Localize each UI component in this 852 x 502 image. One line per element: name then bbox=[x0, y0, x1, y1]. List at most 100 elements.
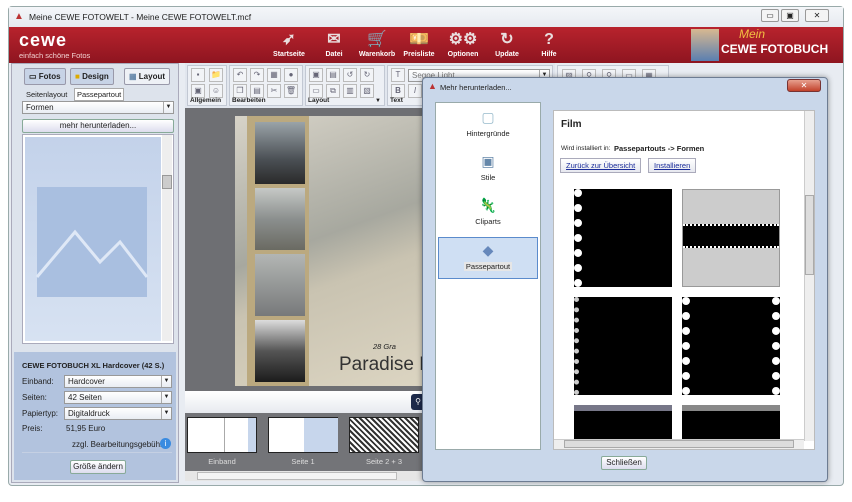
delete-icon[interactable]: 🗑 bbox=[284, 84, 298, 98]
text-icon[interactable]: T bbox=[391, 68, 405, 82]
category-passepartout[interactable]: ◆ Passepartout bbox=[438, 237, 538, 279]
rotate-right-icon[interactable]: ↻ bbox=[360, 68, 374, 82]
thumbnail-einband[interactable] bbox=[187, 417, 257, 453]
chevron-down-icon: ▼ bbox=[163, 102, 173, 113]
tab-design[interactable]: ■ Design bbox=[70, 68, 114, 85]
tab-fotos[interactable]: ▭ Fotos bbox=[24, 68, 66, 85]
user-icon[interactable]: ☺ bbox=[209, 84, 223, 98]
undo-icon[interactable]: ↶ bbox=[233, 68, 247, 82]
style-icon: ▣ bbox=[481, 153, 495, 169]
thumbnail-seite-2-3[interactable] bbox=[349, 417, 419, 453]
back-to-overview-link[interactable]: Zurück zur Übersicht bbox=[560, 158, 642, 173]
more-download-button[interactable]: mehr herunterladen... bbox=[22, 119, 174, 133]
passepartout-shape[interactable] bbox=[574, 405, 672, 441]
horizontal-scrollbar[interactable] bbox=[554, 439, 804, 449]
seiten-select[interactable]: 42 Seiten ▼ bbox=[64, 391, 172, 404]
nav-preisliste[interactable]: 💴 Preisliste bbox=[397, 29, 441, 58]
nav-label: Datei bbox=[325, 51, 343, 58]
einband-select[interactable]: Hardcover ▼ bbox=[64, 375, 172, 388]
window-title: Meine CEWE FOTOWELT - Meine CEWE FOTOWEL… bbox=[29, 12, 252, 22]
product-panel: CEWE FOTOBUCH XL Hardcover (42 S.) Einba… bbox=[14, 352, 176, 480]
page-canvas[interactable]: 28 Gra Paradise B bbox=[185, 108, 432, 391]
nav-label: Optionen bbox=[447, 51, 479, 58]
add-page-icon[interactable]: ▤ bbox=[326, 68, 340, 82]
cut-icon[interactable]: ✂ bbox=[267, 84, 281, 98]
photo[interactable] bbox=[255, 188, 305, 250]
passepartout-shape[interactable] bbox=[574, 297, 672, 395]
thumbnail-label: Einband bbox=[208, 457, 236, 466]
bold-button[interactable]: B bbox=[391, 84, 405, 98]
category-stile[interactable]: ▣ Stile bbox=[438, 149, 538, 191]
save-as-icon[interactable]: ▣ bbox=[191, 84, 205, 98]
nav-startseite[interactable]: ➶ Startseite bbox=[267, 29, 311, 58]
left-panel: ▭ Fotos ■ Design ▦ Layout Seitenlayout P… bbox=[11, 63, 179, 483]
layer-icon[interactable]: ▭ bbox=[309, 84, 323, 98]
subtab-passepartout[interactable]: Passepartout bbox=[74, 88, 125, 101]
thumbnail-seite-1[interactable] bbox=[268, 417, 338, 453]
nav-warenkorb[interactable]: 🛒 Warenkorb bbox=[355, 29, 399, 58]
remove-page-icon[interactable]: ▣ bbox=[309, 68, 323, 82]
nav-update[interactable]: ↻ Update bbox=[485, 29, 529, 58]
passepartout-shape[interactable] bbox=[682, 297, 780, 395]
photo[interactable] bbox=[255, 320, 305, 382]
subtab-seitenlayout[interactable]: Seitenlayout bbox=[26, 90, 67, 99]
dialog-close-button[interactable]: ✕ bbox=[787, 79, 821, 92]
layer-order-icon[interactable]: ⧉ bbox=[326, 84, 340, 98]
thumbnail-label: Seite 2 + 3 bbox=[365, 457, 403, 466]
minimize-button[interactable]: ▭ bbox=[761, 9, 779, 22]
dialog-title: Mehr herunterladen... bbox=[440, 83, 512, 92]
install-link[interactable]: Installieren bbox=[648, 158, 697, 173]
product-title: CEWE FOTOBUCH XL Hardcover (42 S.) bbox=[22, 361, 165, 370]
papiertyp-select[interactable]: Digitaldruck ▼ bbox=[64, 407, 172, 420]
passepartout-preview[interactable] bbox=[25, 137, 161, 341]
tab-label: Fotos bbox=[38, 72, 61, 81]
grid-icon[interactable]: ▦ bbox=[267, 68, 281, 82]
photos-icon: ▭ bbox=[29, 72, 39, 81]
vertical-scrollbar[interactable] bbox=[804, 111, 814, 441]
info-icon[interactable]: i bbox=[160, 438, 171, 449]
content-panel: Film Wird installiert in: Passepartouts … bbox=[553, 110, 815, 450]
tab-layout[interactable]: ▦ Layout bbox=[124, 68, 171, 85]
horizontal-scrollbar[interactable] bbox=[185, 471, 425, 481]
passepartout-shape[interactable] bbox=[574, 189, 672, 287]
nav-datei[interactable]: ✉ Datei bbox=[312, 29, 356, 58]
category-hintergruende[interactable]: ▢ Hintergründe bbox=[438, 105, 538, 147]
paste-icon[interactable]: ▤ bbox=[250, 84, 264, 98]
category-cliparts[interactable]: 🦎 Cliparts bbox=[438, 193, 538, 235]
align-icon[interactable]: ▥ bbox=[343, 84, 357, 98]
passepartout-shape[interactable] bbox=[682, 405, 780, 441]
italic-button[interactable]: I bbox=[408, 84, 422, 98]
search-bar: ⚲ bbox=[185, 391, 425, 413]
arrange-icon[interactable]: ▧ bbox=[360, 84, 374, 98]
open-folder-icon[interactable]: 📁 bbox=[209, 68, 223, 82]
maximize-button[interactable]: ▣ bbox=[781, 9, 799, 22]
close-button[interactable]: ✕ bbox=[805, 9, 829, 22]
resize-button[interactable]: Größe ändern bbox=[70, 460, 126, 474]
gear-icon: ⚙⚙ bbox=[448, 31, 478, 48]
globe-icon[interactable]: ● bbox=[284, 68, 298, 82]
close-dialog-button[interactable]: Schließen bbox=[601, 456, 647, 470]
design-icon: ■ bbox=[75, 72, 83, 81]
save-icon[interactable]: ▪ bbox=[191, 68, 205, 82]
category-label: Hintergründe bbox=[466, 129, 510, 138]
redo-icon[interactable]: ↷ bbox=[250, 68, 264, 82]
header-bar: cewe einfach schöne Fotos ➶ Startseite ✉ D… bbox=[9, 27, 843, 63]
download-dialog: ▲ Mehr herunterladen... ✕ ▢ Hintergründe … bbox=[422, 77, 828, 482]
photo[interactable] bbox=[255, 122, 305, 184]
nav-hilfe[interactable]: ? Hilfe bbox=[527, 29, 571, 58]
nav-optionen[interactable]: ⚙⚙ Optionen bbox=[441, 29, 485, 58]
photo[interactable] bbox=[255, 254, 305, 316]
passepartout-shape[interactable] bbox=[682, 189, 780, 287]
category-select[interactable]: Formen ▼ bbox=[22, 101, 174, 114]
toolbar-group-allgemein: ▪ 📁 ▣ ☺ Allgemein bbox=[187, 65, 227, 106]
copy-icon[interactable]: ❐ bbox=[233, 84, 247, 98]
field-label: Einband: bbox=[22, 377, 54, 386]
vertical-scrollbar[interactable] bbox=[162, 135, 172, 341]
book-page[interactable]: 28 Gra Paradise B bbox=[235, 116, 432, 386]
chevron-down-icon[interactable]: ▼ bbox=[375, 98, 381, 104]
chevron-down-icon: ▼ bbox=[161, 392, 171, 403]
rotate-left-icon[interactable]: ↺ bbox=[343, 68, 357, 82]
app-icon: ▲ bbox=[14, 11, 24, 22]
divider bbox=[22, 452, 172, 453]
cart-icon: 🛒 bbox=[367, 31, 387, 48]
